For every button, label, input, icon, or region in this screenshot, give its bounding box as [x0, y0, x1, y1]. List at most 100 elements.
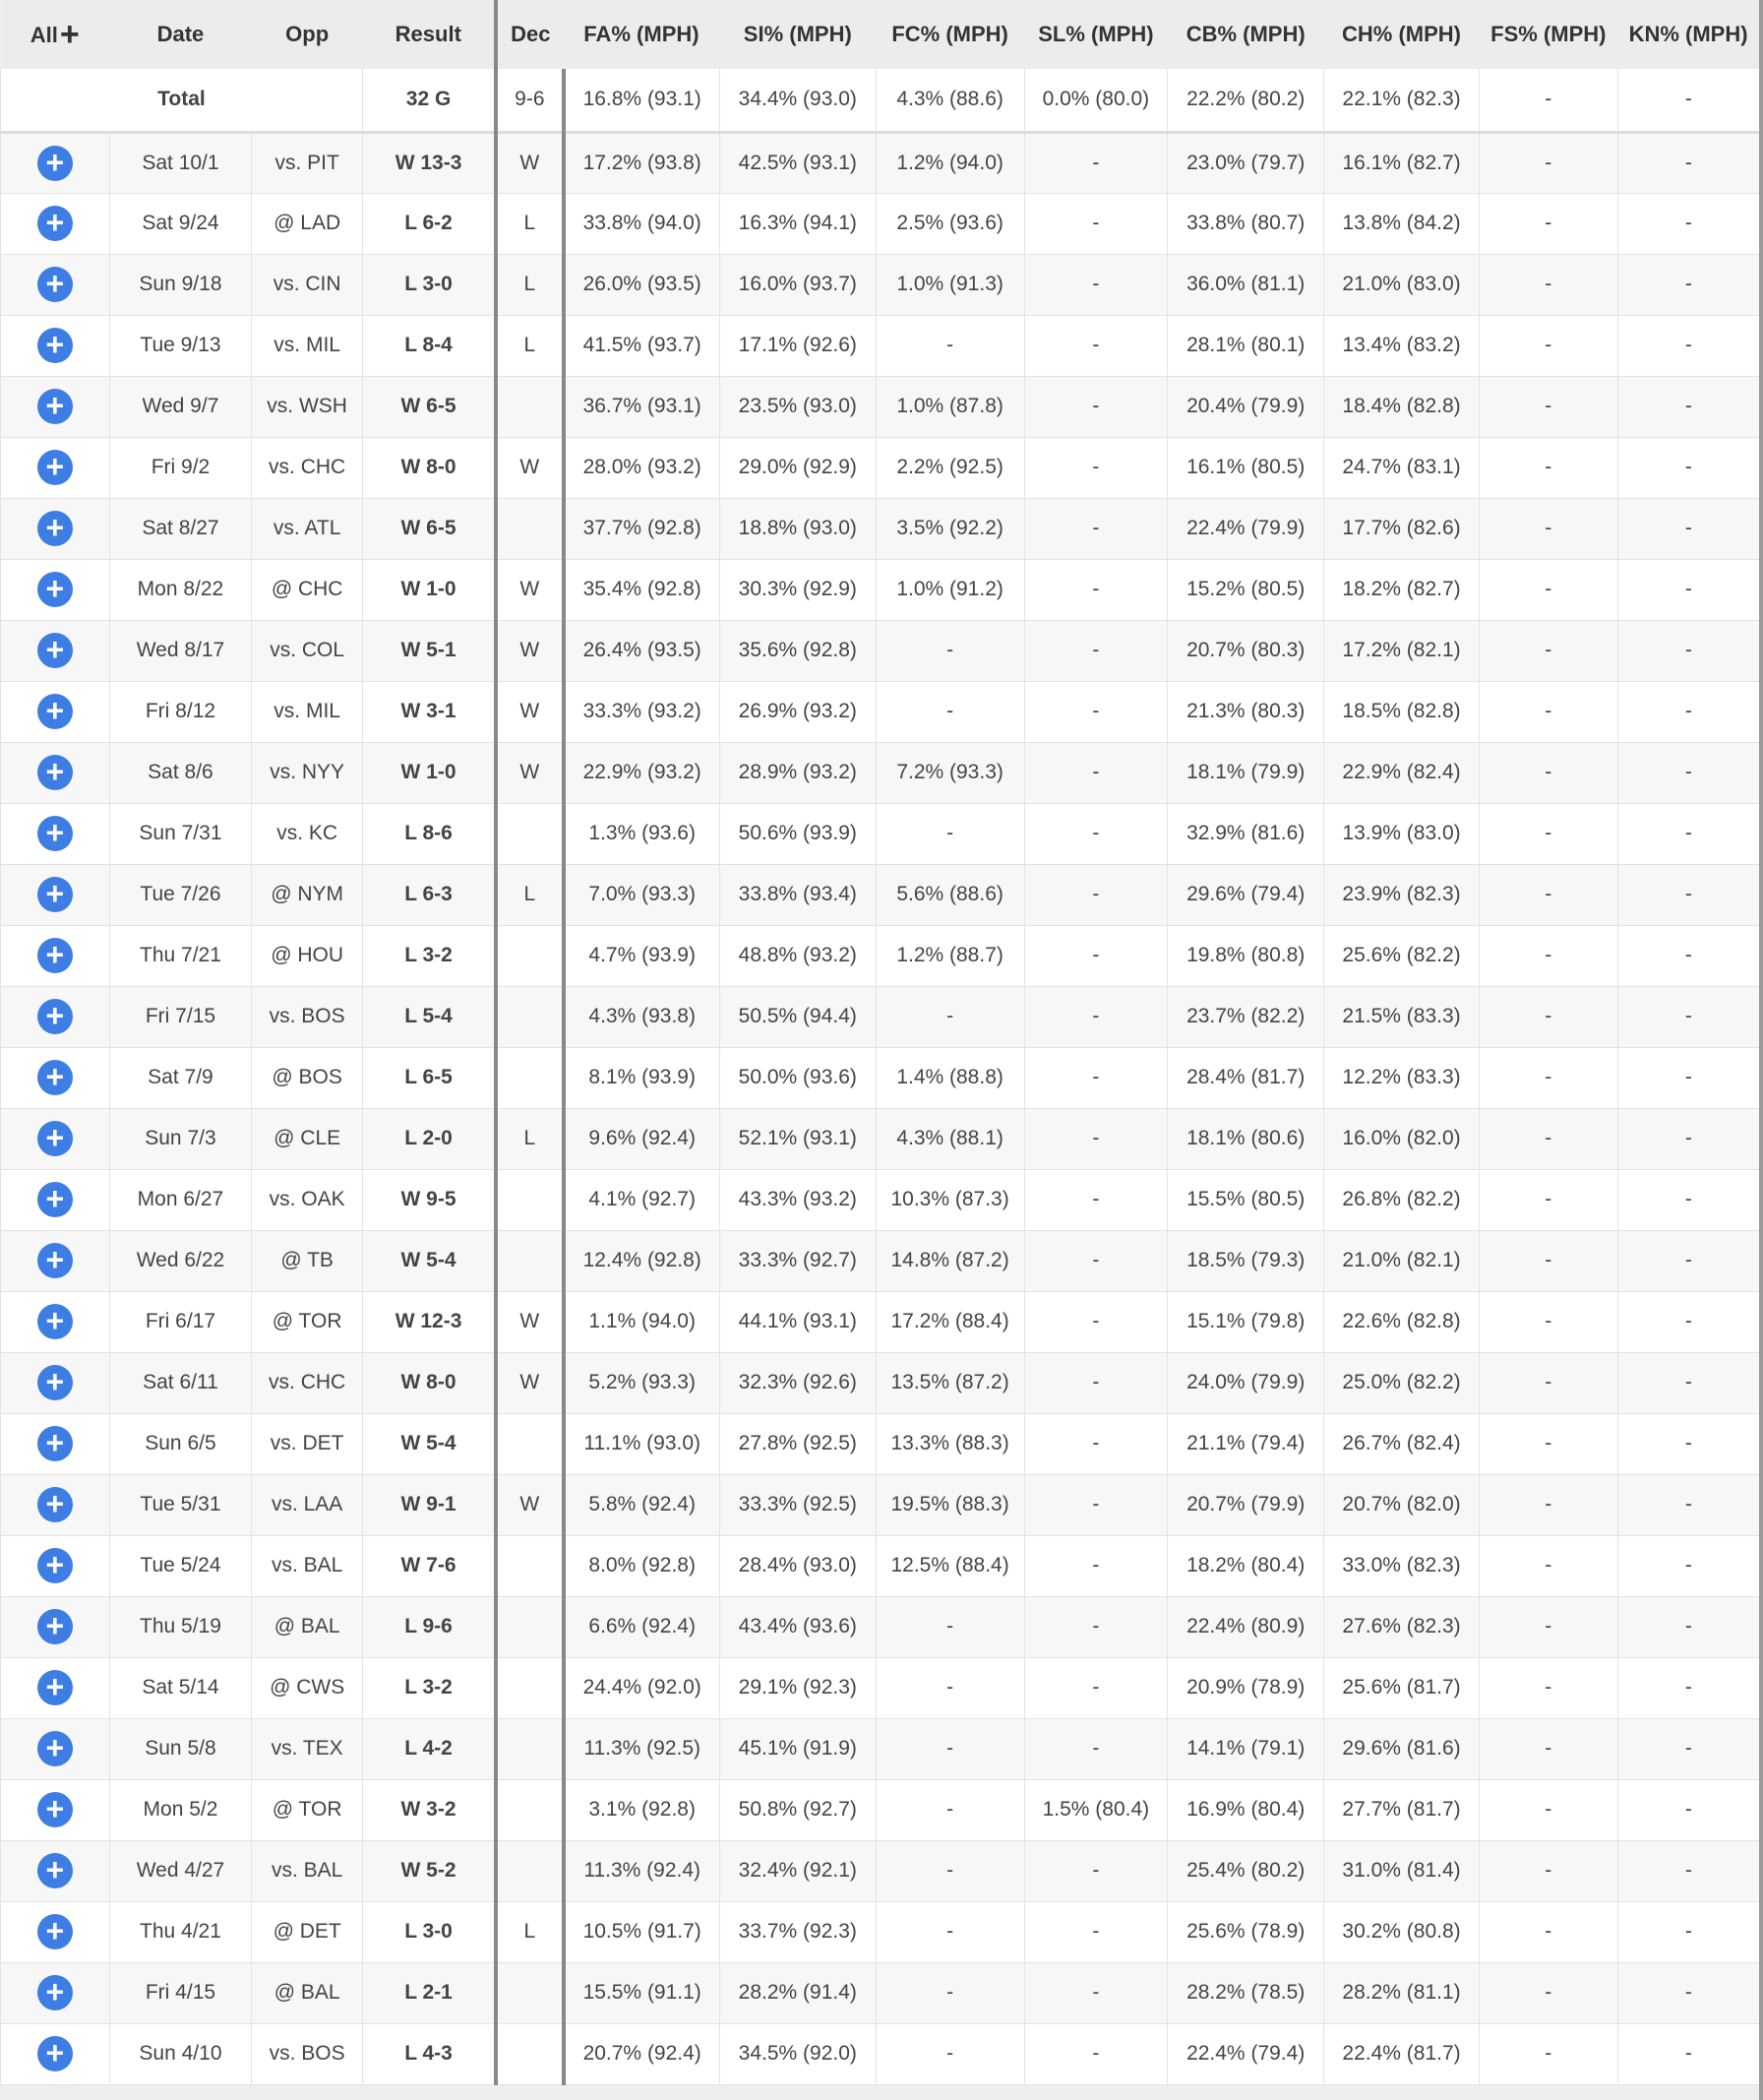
- expand-row-button[interactable]: +: [36, 572, 73, 607]
- pitch-sl-cell: -: [1023, 1291, 1168, 1353]
- column-header-ch[interactable]: CH% (MPH): [1324, 0, 1480, 69]
- game-date: Mon 5/2: [108, 1779, 252, 1841]
- game-opponent: vs. CHC: [251, 437, 363, 499]
- game-date: Tue 9/13: [108, 315, 252, 377]
- expand-row-button[interactable]: +: [36, 511, 73, 546]
- pitch-si-cell: 33.3% (92.7): [718, 1230, 877, 1292]
- pitch-fs-cell: -: [1478, 1779, 1618, 1841]
- expand-row-button[interactable]: +: [36, 1243, 73, 1278]
- expand-row-button[interactable]: +: [36, 1487, 73, 1522]
- column-header-si[interactable]: SI% (MPH): [719, 0, 876, 69]
- pitch-si-cell: 50.5% (94.4): [718, 986, 877, 1048]
- pitch-fa-cell: 41.5% (93.7): [563, 315, 720, 377]
- total-fa: 16.8% (93.1): [563, 69, 720, 134]
- pitch-kn-cell: -: [1616, 315, 1759, 377]
- column-header-cb[interactable]: CB% (MPH): [1168, 0, 1324, 69]
- column-header-fs[interactable]: FS% (MPH): [1479, 0, 1617, 69]
- expand-row-button[interactable]: +: [36, 1182, 73, 1217]
- column-header-dec[interactable]: Dec: [496, 0, 563, 69]
- pitch-fa-cell: 17.2% (93.8): [563, 132, 720, 194]
- expand-all-header[interactable]: All+: [1, 0, 110, 69]
- pitch-sl-cell: -: [1023, 315, 1168, 377]
- game-decision: [495, 1535, 566, 1597]
- expand-row-button[interactable]: +: [36, 206, 73, 241]
- expand-row-button[interactable]: +: [36, 1731, 73, 1766]
- game-row: + Mon 8/22 @ CHC W 1-0 W 35.4% (92.8) 30.3% (9…: [0, 559, 1759, 621]
- expand-row-button[interactable]: +: [36, 389, 73, 424]
- expand-row-button[interactable]: +: [36, 1365, 73, 1400]
- column-header-kn[interactable]: KN% (MPH): [1617, 0, 1759, 69]
- game-result: L 2-0: [361, 1108, 499, 1170]
- game-result: L 4-3: [361, 2023, 499, 2085]
- expand-row-button[interactable]: +: [36, 999, 73, 1034]
- expand-row-button[interactable]: +: [36, 816, 73, 851]
- game-opponent: vs. CHC: [251, 1352, 363, 1414]
- column-header-opp[interactable]: Opp: [252, 0, 363, 69]
- game-decision: [495, 1169, 566, 1231]
- expand-row-button[interactable]: +: [36, 633, 73, 668]
- expand-row-button[interactable]: +: [36, 1853, 73, 1888]
- expand-row-button[interactable]: +: [36, 328, 73, 363]
- pitch-si-cell: 27.8% (92.5): [718, 1413, 877, 1475]
- pitch-kn-cell: -: [1616, 1169, 1759, 1231]
- expand-row-button[interactable]: +: [36, 694, 73, 729]
- pitch-fs-cell: -: [1478, 803, 1618, 865]
- pitch-fs-cell: -: [1478, 376, 1618, 438]
- game-date: Sun 5/8: [108, 1718, 252, 1780]
- game-row: + Sun 9/18 vs. CIN L 3-0 L 26.0% (93.5) 16.0% …: [0, 254, 1759, 316]
- expand-row-button[interactable]: +: [36, 1792, 73, 1827]
- game-date: Thu 4/21: [108, 1901, 252, 1963]
- pitch-cb-cell: 15.1% (79.8): [1167, 1291, 1324, 1353]
- game-opponent: vs. TEX: [251, 1718, 363, 1780]
- expand-row-button[interactable]: +: [36, 450, 73, 485]
- header-row: All+ Date Opp Result Dec FA% (MPH) SI% (…: [0, 0, 1759, 69]
- column-header-result[interactable]: Result: [362, 0, 499, 69]
- column-header-fc[interactable]: FC% (MPH): [876, 0, 1024, 69]
- expand-row-button[interactable]: +: [36, 877, 73, 912]
- game-decision: L: [495, 315, 566, 377]
- pitch-kn-cell: -: [1616, 742, 1759, 804]
- expand-row-button[interactable]: +: [36, 1426, 73, 1461]
- game-decision: L: [495, 1108, 566, 1170]
- pitch-fa-cell: 11.1% (93.0): [563, 1413, 720, 1475]
- pitch-kn-cell: -: [1616, 132, 1759, 194]
- expand-cell: +: [0, 1535, 110, 1597]
- pitch-si-cell: 33.8% (93.4): [718, 864, 877, 926]
- expand-row-button[interactable]: +: [36, 1548, 73, 1583]
- expand-row-button[interactable]: +: [36, 145, 73, 181]
- expand-row-button[interactable]: +: [36, 1609, 73, 1644]
- expand-row-button[interactable]: +: [36, 1304, 73, 1339]
- expand-row-button[interactable]: +: [36, 1121, 73, 1156]
- game-decision: [495, 1718, 566, 1780]
- pitch-si-cell: 18.8% (93.0): [718, 498, 877, 560]
- expand-row-button[interactable]: +: [36, 1060, 73, 1095]
- game-decision: W: [495, 742, 566, 804]
- pitch-fs-cell: -: [1478, 1230, 1618, 1292]
- expand-cell: +: [0, 2023, 110, 2085]
- expand-row-button[interactable]: +: [36, 2036, 73, 2071]
- expand-row-button[interactable]: +: [36, 1975, 73, 2010]
- expand-row-button[interactable]: +: [36, 1670, 73, 1705]
- game-decision: W: [495, 1291, 566, 1353]
- column-header-fa[interactable]: FA% (MPH): [564, 0, 720, 69]
- pitch-cb-cell: 32.9% (81.6): [1167, 803, 1324, 865]
- game-result: L 3-2: [361, 925, 499, 987]
- expand-row-button[interactable]: +: [36, 938, 73, 973]
- expand-row-button[interactable]: +: [36, 1914, 73, 1949]
- game-result: L 8-4: [361, 315, 499, 377]
- pitch-fc-cell: 1.0% (91.3): [875, 254, 1024, 316]
- pitch-ch-cell: 22.6% (82.8): [1323, 1291, 1480, 1353]
- column-header-sl[interactable]: SL% (MPH): [1024, 0, 1168, 69]
- pitch-ch-cell: 20.7% (82.0): [1323, 1474, 1480, 1536]
- column-header-date[interactable]: Date: [109, 0, 252, 69]
- plus-icon[interactable]: +: [60, 16, 80, 53]
- pitch-cb-cell: 36.0% (81.1): [1167, 254, 1324, 316]
- expand-row-button[interactable]: +: [36, 755, 73, 790]
- pitch-fa-cell: 6.6% (92.4): [563, 1596, 720, 1658]
- pitch-kn-cell: -: [1616, 1962, 1759, 2024]
- game-result: L 8-6: [361, 803, 499, 865]
- expand-cell: +: [0, 1474, 110, 1536]
- pitch-fc-cell: -: [875, 620, 1024, 682]
- pitch-si-cell: 42.5% (93.1): [718, 132, 877, 194]
- expand-row-button[interactable]: +: [36, 267, 73, 302]
